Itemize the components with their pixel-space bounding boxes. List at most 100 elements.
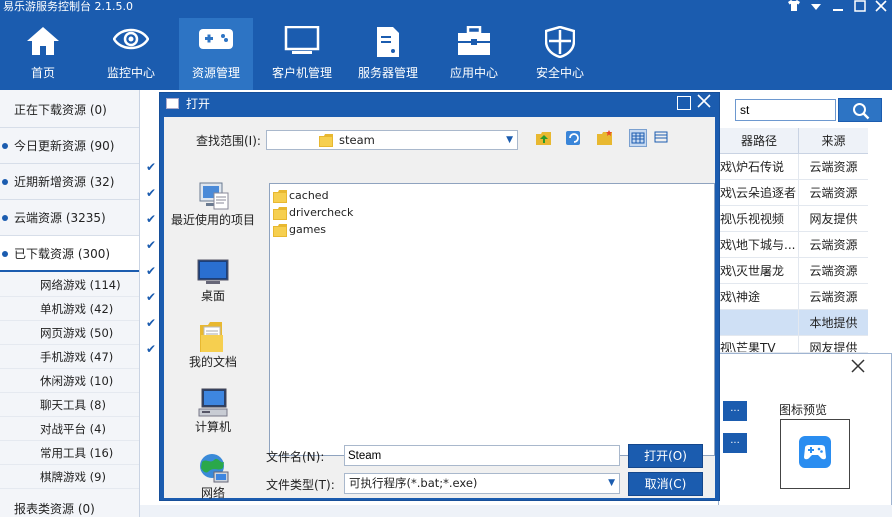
browse-button[interactable]: ...	[723, 401, 747, 421]
gamepad-icon	[198, 26, 234, 55]
place-desktop[interactable]: 桌面	[168, 259, 258, 304]
row-checkbox[interactable]: ✔	[146, 265, 158, 277]
toolbox-icon	[457, 25, 491, 59]
nav-resource-management[interactable]: 资源管理	[179, 18, 253, 90]
dialog-title: 打开	[186, 97, 211, 111]
column-header-source[interactable]: 来源	[798, 128, 868, 154]
cell-path: 戏\灭世屠龙	[720, 258, 798, 284]
file-list[interactable]: cached drivercheck games	[269, 183, 715, 456]
dialog-body: 查找范围(I): steam ▼ 最近使用的项目 桌面 我的文档 计算机 网络 …	[164, 117, 715, 501]
open-file-dialog: 打开 查找范围(I): steam ▼ 最近使用的项目 桌面 我的文档 计算机 …	[159, 92, 720, 501]
panel-close-icon[interactable]	[851, 358, 865, 377]
computer-icon	[198, 388, 228, 417]
details-view-icon[interactable]	[653, 129, 671, 147]
subcategory-common-tools[interactable]: 常用工具 (16)	[0, 441, 139, 465]
home-icon	[26, 26, 60, 59]
folder-icon	[273, 206, 287, 220]
chevron-down-icon: ▼	[506, 135, 513, 145]
shirt-icon[interactable]	[786, 0, 802, 16]
category-downloading[interactable]: 正在下载资源 (0)	[0, 92, 139, 128]
cell-path	[720, 310, 798, 336]
list-item[interactable]: drivercheck	[273, 204, 353, 221]
row-checkbox[interactable]: ✔	[146, 213, 158, 225]
nav-server-management[interactable]: 服务器管理	[350, 18, 426, 90]
row-checkbox[interactable]: ✔	[146, 161, 158, 173]
maximize-icon[interactable]	[852, 0, 868, 16]
cell-source: 本地提供	[798, 310, 868, 336]
subcategory-casual-games[interactable]: 休闲游戏 (10)	[0, 369, 139, 393]
cancel-button[interactable]: 取消(C)	[628, 472, 703, 496]
places-bar: 最近使用的项目 桌面 我的文档 计算机 网络	[168, 181, 258, 501]
monitor-icon	[284, 25, 320, 59]
browse-icon-button[interactable]: ...	[723, 433, 747, 453]
close-icon[interactable]	[873, 0, 889, 16]
search-button[interactable]	[838, 98, 882, 122]
category-updated-today[interactable]: 今日更新资源 (90)	[0, 128, 139, 164]
cell-path: 戏\云朵追逐者	[720, 180, 798, 206]
eye-icon	[112, 26, 150, 55]
new-folder-icon[interactable]	[596, 129, 614, 147]
folder-icon	[273, 223, 287, 237]
place-documents[interactable]: 我的文档	[168, 321, 258, 370]
subcategory-chat-tools[interactable]: 聊天工具 (8)	[0, 393, 139, 417]
up-folder-icon[interactable]	[535, 129, 553, 147]
nav-client-management[interactable]: 客户机管理	[262, 18, 342, 90]
nav-home[interactable]: 首页	[0, 18, 86, 90]
panel-header	[719, 354, 891, 382]
nav-security-center[interactable]: 安全中心	[522, 18, 598, 90]
dialog-maximize-icon[interactable]	[677, 96, 691, 110]
category-cloud[interactable]: 云端资源 (3235)	[0, 200, 139, 236]
subcategory-web-games[interactable]: 网页游戏 (50)	[0, 321, 139, 345]
filename-input[interactable]	[344, 445, 620, 466]
search-input[interactable]	[735, 99, 836, 121]
gamepad-app-icon	[799, 436, 831, 468]
row-checkbox[interactable]: ✔	[146, 343, 158, 355]
nav-monitor-center[interactable]: 监控中心	[88, 18, 174, 90]
subcategory-board-games[interactable]: 棋牌游戏 (9)	[0, 465, 139, 489]
resource-property-panel: ... ... 图标预览	[718, 353, 892, 517]
row-checkbox[interactable]: ✔	[146, 187, 158, 199]
cell-path: 视\芒果TV	[720, 336, 798, 353]
place-recent[interactable]: 最近使用的项目	[168, 181, 258, 228]
list-view-icon[interactable]	[629, 129, 647, 147]
search-icon	[853, 103, 870, 120]
category-downloaded[interactable]: 已下载资源 (300)	[0, 236, 139, 272]
cell-source: 云端资源	[798, 154, 868, 180]
place-computer[interactable]: 计算机	[168, 388, 258, 435]
app-title: 易乐游服务控制台 2.1.5.0	[3, 0, 133, 13]
category-recently-added[interactable]: 近期新增资源 (32)	[0, 164, 139, 200]
minimize-icon[interactable]	[830, 0, 846, 16]
row-checkbox[interactable]: ✔	[146, 239, 158, 251]
subcategory-battle-platform[interactable]: 对战平台 (4)	[0, 417, 139, 441]
place-network[interactable]: 网络	[168, 452, 258, 501]
dialog-close-icon[interactable]	[697, 93, 711, 113]
open-button[interactable]: 打开(O)	[628, 444, 703, 468]
subcategory-mobile-games[interactable]: 手机游戏 (47)	[0, 345, 139, 369]
icon-preview-box	[780, 419, 850, 489]
subcategory-single-player[interactable]: 单机游戏 (42)	[0, 297, 139, 321]
cell-source: 云端资源	[798, 284, 868, 310]
cell-source: 网友提供	[798, 206, 868, 232]
column-header-path[interactable]: 器路径	[720, 128, 798, 154]
category-report-resources[interactable]: 报表类资源 (0)	[0, 491, 139, 517]
lookin-combo[interactable]: steam ▼	[266, 130, 518, 150]
list-item[interactable]: cached	[273, 187, 329, 204]
folder-icon	[319, 134, 333, 147]
nav-app-center[interactable]: 应用中心	[436, 18, 512, 90]
filetype-select[interactable]: 可执行程序(*.bat;*.exe) ▼	[344, 473, 620, 494]
cell-path: 戏\神途	[720, 284, 798, 310]
dropdown-icon[interactable]	[808, 0, 824, 16]
refresh-icon[interactable]	[565, 129, 583, 147]
filetype-label: 文件类型(T):	[266, 478, 335, 492]
cell-path: 戏\地下城与...	[720, 232, 798, 258]
subcategory-online-games[interactable]: 网络游戏 (114)	[0, 273, 139, 297]
lookin-label: 查找范围(I):	[196, 134, 261, 148]
row-checkbox[interactable]: ✔	[146, 317, 158, 329]
cell-source: 云端资源	[798, 232, 868, 258]
cell-source: 云端资源	[798, 258, 868, 284]
row-checkbox[interactable]: ✔	[146, 291, 158, 303]
bottom-scrollbar[interactable]	[140, 505, 892, 517]
list-item[interactable]: games	[273, 221, 326, 238]
shield-icon	[544, 25, 576, 61]
cell-source: 网友提供	[798, 336, 868, 353]
